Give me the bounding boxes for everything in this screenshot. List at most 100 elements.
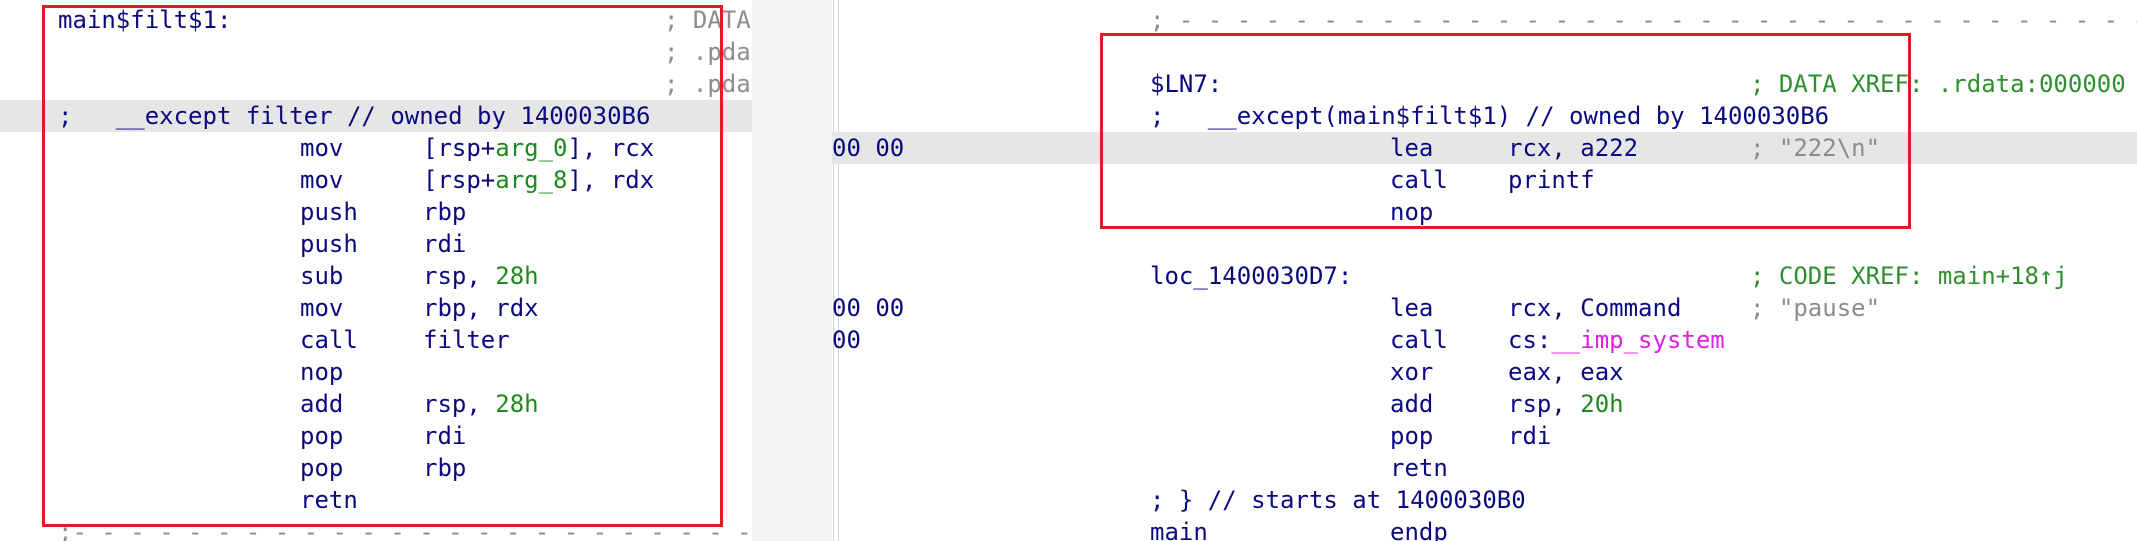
- mnemonic: call: [1390, 326, 1448, 354]
- code-line[interactable]: retn: [0, 484, 752, 516]
- code-line[interactable]: $LN7: ; DATA XREF: .rdata:000000: [832, 68, 2137, 100]
- code-line[interactable]: xor eax, eax: [832, 356, 2137, 388]
- operand: [rsp+arg_0], rcx: [423, 132, 654, 164]
- arg-name[interactable]: arg_0: [495, 134, 567, 162]
- code-line[interactable]: retn: [832, 452, 2137, 484]
- code-line[interactable]: pop rdi: [0, 420, 752, 452]
- segment-prefix: cs:: [1508, 326, 1552, 354]
- code-line: ; .pdat: [0, 36, 752, 68]
- imported-function[interactable]: __imp_system: [1551, 326, 1724, 354]
- call-target-printf[interactable]: printf: [1508, 164, 1595, 196]
- function-name-main[interactable]: main: [1150, 516, 1208, 541]
- operand[interactable]: rcx, a222: [1508, 132, 1638, 164]
- code-line: ; __except(main$filt$1) // owned by 1400…: [832, 100, 2137, 132]
- code-line-selected[interactable]: ; __except filter // owned by 1400030B6: [0, 100, 752, 132]
- mnemonic: pop: [300, 454, 344, 482]
- mnemonic: push: [300, 198, 358, 226]
- operand-part: rsp,: [423, 390, 496, 418]
- code-line[interactable]: push rbp: [0, 196, 752, 228]
- code-line[interactable]: nop: [832, 196, 2137, 228]
- operand-part: rsp,: [1508, 390, 1581, 418]
- label-loc[interactable]: loc_1400030D7:: [1150, 260, 1352, 292]
- pdata-comment: ; .pdat: [664, 38, 752, 66]
- string-comment: ; "pause": [1750, 294, 1881, 322]
- mnemonic: lea: [1390, 134, 1434, 162]
- opcode-bytes: 00 00: [832, 134, 905, 162]
- code-line[interactable]: pop rdi: [832, 420, 2137, 452]
- mnemonic: xor: [1390, 358, 1434, 386]
- code-line[interactable]: loc_1400030D7: ; CODE XREF: main+18↑j: [832, 260, 2137, 292]
- code-line[interactable]: call filter: [0, 324, 752, 356]
- code-line[interactable]: sub rsp, 28h: [0, 260, 752, 292]
- code-xref-comment[interactable]: ; CODE XREF: main+18↑j: [1750, 260, 2068, 292]
- mnemonic: mov: [300, 294, 344, 322]
- operand: rsp, 28h: [423, 388, 539, 420]
- arg-name[interactable]: arg_8: [495, 166, 567, 194]
- mnemonic: nop: [300, 358, 344, 386]
- except-filter-comment: ; __except filter // owned by 1400030B6: [58, 102, 651, 130]
- code-line[interactable]: main$filt$1: ; DATA: [0, 4, 752, 36]
- except-comment: ; __except(main$filt$1) // owned by 1400…: [1150, 102, 1830, 130]
- mnemonic: add: [300, 390, 344, 418]
- immediate-value: 28h: [495, 390, 539, 418]
- operand[interactable]: rcx, Command: [1508, 292, 1681, 324]
- mnemonic: pop: [1390, 422, 1434, 450]
- call-target-filter[interactable]: filter: [423, 324, 510, 356]
- operand-part: rsp,: [423, 262, 496, 290]
- mnemonic: lea: [1390, 294, 1434, 322]
- opcode-bytes: 00: [832, 326, 861, 354]
- code-line: ; .pdat: [0, 68, 752, 100]
- code-line[interactable]: pop rbp: [0, 452, 752, 484]
- mnemonic: sub: [300, 262, 344, 290]
- operand: rdi: [1508, 422, 1552, 450]
- operand-part: [rsp+: [423, 166, 496, 194]
- code-line[interactable]: push rdi: [0, 228, 752, 260]
- opcode-bytes: 00 00: [832, 294, 905, 322]
- code-line[interactable]: add rsp, 28h: [0, 388, 752, 420]
- function-end-comment: ; } // starts at 1400030B0: [1150, 486, 1526, 514]
- operand: rbp: [423, 454, 467, 482]
- data-xref-comment: ; DATA: [664, 6, 751, 34]
- mnemonic: call: [300, 326, 358, 354]
- code-line[interactable]: 00 call cs:__imp_system: [832, 324, 2137, 356]
- operand: rbp: [423, 198, 467, 226]
- code-line[interactable]: mov [rsp+arg_8], rdx: [0, 164, 752, 196]
- operand[interactable]: cs:__imp_system: [1508, 324, 1725, 356]
- operand-part: [rsp+: [423, 134, 496, 162]
- mnemonic: push: [300, 230, 358, 258]
- mnemonic: pop: [300, 422, 344, 450]
- mnemonic: nop: [1390, 198, 1434, 226]
- label-ln7[interactable]: $LN7:: [1150, 68, 1222, 100]
- code-line[interactable]: mov rbp, rdx: [0, 292, 752, 324]
- mnemonic: retn: [1390, 454, 1448, 482]
- code-line[interactable]: mov [rsp+arg_0], rcx: [0, 132, 752, 164]
- operand: rdi: [423, 230, 467, 258]
- dash-separator: ; - - - - - - - - - - - - - - - - - - - …: [1150, 6, 2137, 34]
- code-line[interactable]: nop: [0, 356, 752, 388]
- right-disassembly-view[interactable]: ; - - - - - - - - - - - - - - - - - - - …: [832, 0, 2137, 541]
- left-disassembly-view[interactable]: main$filt$1: ; DATA ; .pdat ; .pdat ; __…: [0, 0, 752, 541]
- code-line[interactable]: add rsp, 20h: [832, 388, 2137, 420]
- pdata-comment: ; .pdat: [664, 70, 752, 98]
- mnemonic: mov: [300, 166, 344, 194]
- operand: [rsp+arg_8], rdx: [423, 164, 654, 196]
- operand: rbp, rdx: [423, 294, 539, 322]
- mnemonic: add: [1390, 390, 1434, 418]
- operand: rsp, 28h: [423, 260, 539, 292]
- string-comment: ; "222\n": [1750, 134, 1881, 162]
- view-separator: [752, 0, 832, 541]
- code-line[interactable]: call printf: [832, 164, 2137, 196]
- code-line-selected[interactable]: 00 00 lea rcx, a222 ; "222\n": [832, 132, 2137, 164]
- immediate-value: 20h: [1580, 390, 1624, 418]
- operand: rdi: [423, 422, 467, 450]
- mnemonic: endp: [1390, 518, 1448, 541]
- mnemonic: call: [1390, 166, 1448, 194]
- code-line[interactable]: main endp: [832, 516, 2137, 541]
- dash-separator: ;- - - - - - - - - - - - - - - - - - - -…: [58, 518, 752, 541]
- data-xref-comment[interactable]: ; DATA XREF: .rdata:000000: [1750, 68, 2126, 100]
- mnemonic: mov: [300, 134, 344, 162]
- operand: rsp, 20h: [1508, 388, 1624, 420]
- label-main-filt[interactable]: main$filt$1:: [58, 4, 231, 36]
- mnemonic: retn: [300, 486, 358, 514]
- code-line[interactable]: 00 00 lea rcx, Command ; "pause": [832, 292, 2137, 324]
